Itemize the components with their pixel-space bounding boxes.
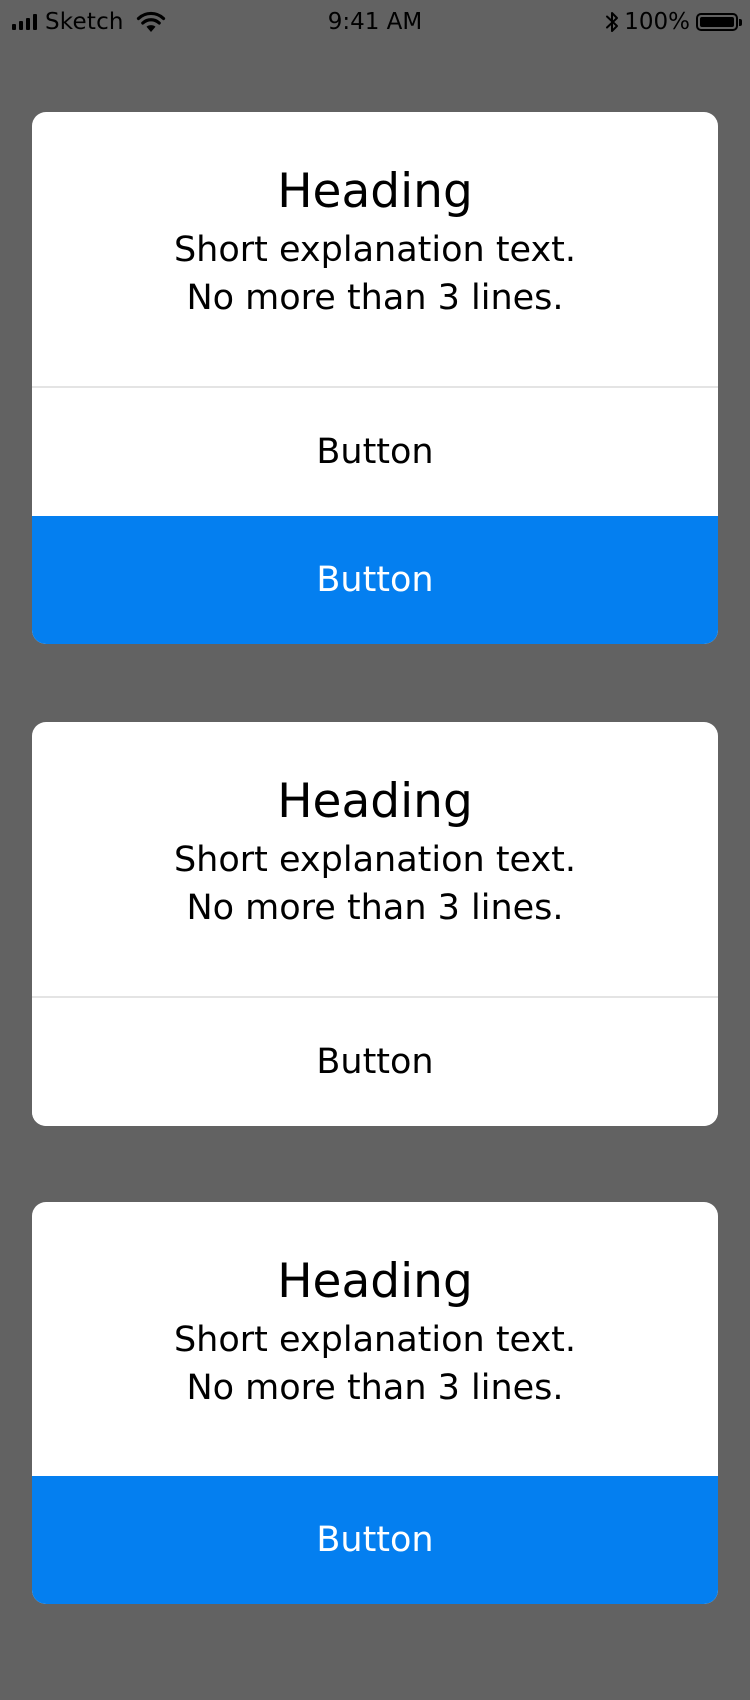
card-heading: Heading xyxy=(277,1254,473,1309)
card-explanation-line: No more than 3 lines. xyxy=(186,888,564,928)
card-explanation-line: Short explanation text. xyxy=(173,230,577,270)
card-body: Heading Short explanation text. No more … xyxy=(32,1202,718,1476)
card-explanation-line: Short explanation text. xyxy=(173,1320,577,1360)
alert-card-primary-button: Heading Short explanation text. No more … xyxy=(32,1202,718,1604)
secondary-button[interactable]: Button xyxy=(32,996,718,1126)
card-explanation-line: No more than 3 lines. xyxy=(186,278,564,318)
primary-button[interactable]: Button xyxy=(32,1476,718,1604)
card-body: Heading Short explanation text. No more … xyxy=(32,722,718,996)
card-explanation: Short explanation text. No more than 3 l… xyxy=(32,1316,718,1412)
card-explanation-line: No more than 3 lines. xyxy=(186,1368,564,1408)
card-explanation: Short explanation text. No more than 3 l… xyxy=(32,836,718,932)
status-bar: Sketch 9:41 AM 100% xyxy=(0,0,750,44)
secondary-button[interactable]: Button xyxy=(32,386,718,516)
card-explanation: Short explanation text. No more than 3 l… xyxy=(32,226,718,322)
card-heading: Heading xyxy=(277,774,473,829)
card-heading: Heading xyxy=(277,164,473,219)
status-right: 100% xyxy=(604,8,742,36)
card-body: Heading Short explanation text. No more … xyxy=(32,112,718,386)
bluetooth-icon xyxy=(606,12,619,32)
alert-card-secondary-button: Heading Short explanation text. No more … xyxy=(32,722,718,1126)
primary-button[interactable]: Button xyxy=(32,516,718,644)
battery-percent: 100% xyxy=(624,9,690,35)
alert-card-two-buttons: Heading Short explanation text. No more … xyxy=(32,112,718,644)
battery-icon xyxy=(696,13,742,31)
card-explanation-line: Short explanation text. xyxy=(173,840,577,880)
